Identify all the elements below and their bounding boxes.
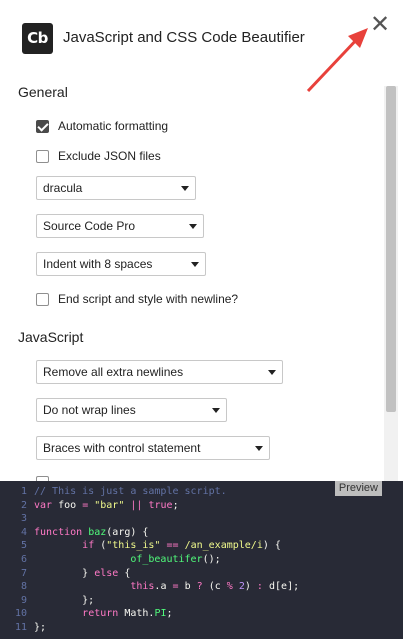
line-number: 5 bbox=[20, 540, 27, 552]
close-icon[interactable]: ✕ bbox=[370, 12, 390, 36]
code-line: }; bbox=[34, 621, 47, 633]
popup-title: JavaScript and CSS Code Beautifier bbox=[63, 29, 305, 46]
code-line: return Math.PI; bbox=[82, 608, 173, 620]
line-number: 3 bbox=[20, 513, 27, 525]
scrollbar-thumb[interactable] bbox=[386, 86, 396, 412]
line-number: 9 bbox=[20, 594, 27, 606]
font-select[interactable]: Source Code Pro bbox=[36, 214, 204, 238]
section-title-javascript: JavaScript bbox=[18, 329, 84, 345]
newlines-select-value: Remove all extra newlines bbox=[43, 365, 184, 379]
braces-select-value: Braces with control statement bbox=[43, 441, 201, 455]
line-number: 1 bbox=[20, 486, 27, 497]
line-number: 10 bbox=[14, 608, 27, 620]
code-line: } else { bbox=[34, 567, 131, 579]
chevron-down-icon bbox=[255, 446, 263, 451]
section-title-general: General bbox=[18, 84, 68, 100]
chevron-down-icon bbox=[268, 370, 276, 375]
automatic-formatting-checkbox[interactable] bbox=[36, 119, 49, 133]
code-preview: 1 2 3 4 5 6 7 8 9 10 11 // This is just … bbox=[0, 481, 403, 639]
indent-select[interactable]: Indent with 8 spaces bbox=[36, 252, 206, 276]
automatic-formatting-label: Automatic formatting bbox=[58, 119, 169, 133]
code-line: }; bbox=[34, 594, 95, 606]
popup-header: Cb JavaScript and CSS Code Beautifier ✕ bbox=[0, 0, 403, 93]
code-line: // This is just a sample script. bbox=[34, 486, 227, 497]
line-number: 11 bbox=[14, 621, 27, 633]
chevron-down-icon bbox=[189, 224, 197, 229]
code-line: var foo = "bar" || true; bbox=[34, 499, 179, 511]
exclude-json-label: Exclude JSON files bbox=[58, 149, 161, 163]
braces-select[interactable]: Braces with control statement bbox=[36, 436, 270, 460]
code-line: this.a = b ? (c % 2) : d[e]; bbox=[130, 581, 300, 593]
chevron-down-icon bbox=[212, 408, 220, 413]
end-newline-checkbox-row[interactable]: End script and style with newline? bbox=[36, 291, 238, 307]
end-newline-label: End script and style with newline? bbox=[58, 292, 239, 306]
code-line: function baz(arg) { bbox=[34, 526, 149, 538]
preview-label: Preview bbox=[334, 481, 382, 496]
line-number: 2 bbox=[20, 499, 27, 511]
wrap-lines-select-value: Do not wrap lines bbox=[43, 403, 136, 417]
code-line: if ("this_is" == /an_example/i) { bbox=[82, 540, 281, 552]
chevron-down-icon bbox=[181, 186, 189, 191]
theme-select-value: dracula bbox=[43, 181, 83, 195]
line-number: 4 bbox=[20, 526, 27, 538]
line-number: 8 bbox=[20, 581, 27, 593]
newlines-select[interactable]: Remove all extra newlines bbox=[36, 360, 283, 384]
chevron-down-icon bbox=[191, 262, 199, 267]
line-number: 6 bbox=[20, 553, 27, 565]
indent-select-value: Indent with 8 spaces bbox=[43, 257, 153, 271]
options-content: General Automatic formatting Exclude JSO… bbox=[0, 78, 403, 481]
automatic-formatting-checkbox-row[interactable]: Automatic formatting bbox=[36, 118, 168, 134]
line-number-gutter: 1 2 3 4 5 6 7 8 9 10 11 bbox=[0, 485, 30, 639]
exclude-json-checkbox[interactable] bbox=[36, 149, 49, 163]
theme-select[interactable]: dracula bbox=[36, 176, 196, 200]
code-line: of_beautifer(); bbox=[130, 553, 221, 565]
line-number: 7 bbox=[20, 567, 27, 579]
options-scrollbar[interactable] bbox=[384, 86, 398, 481]
end-newline-checkbox[interactable] bbox=[36, 292, 49, 306]
code-lines: // This is just a sample script. var foo … bbox=[34, 485, 299, 635]
partial-checkbox-row[interactable] bbox=[36, 474, 49, 481]
app-logo: Cb bbox=[22, 23, 53, 54]
wrap-lines-select[interactable]: Do not wrap lines bbox=[36, 398, 227, 422]
font-select-value: Source Code Pro bbox=[43, 219, 136, 233]
exclude-json-checkbox-row[interactable]: Exclude JSON files bbox=[36, 148, 161, 164]
